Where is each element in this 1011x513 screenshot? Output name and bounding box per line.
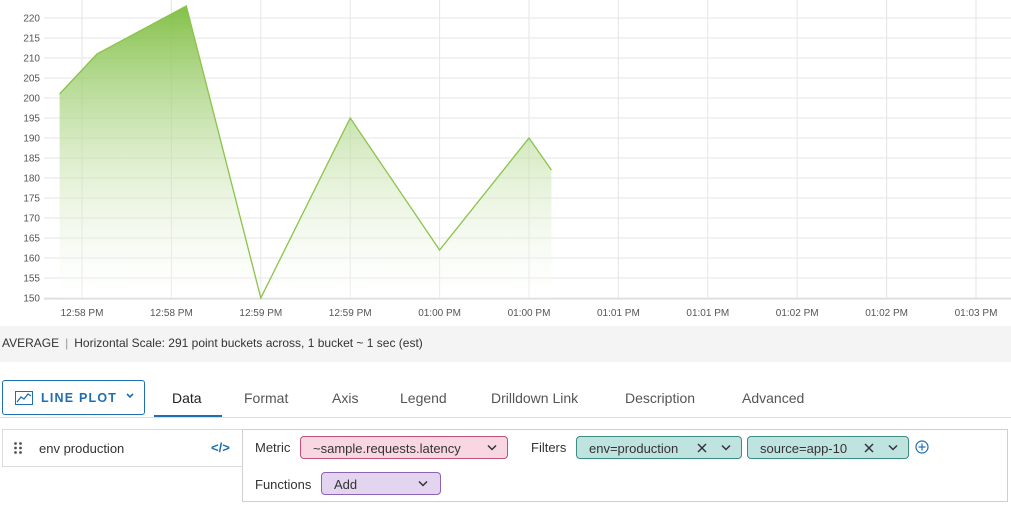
filter-chip-source[interactable]: source=app-10 (747, 436, 909, 459)
chevron-down-icon (126, 393, 134, 399)
drag-handle-icon[interactable] (13, 441, 23, 455)
y-tick-label: 170 (23, 214, 40, 225)
filter-value: source=app-10 (760, 441, 848, 456)
x-tick-label: 01:00 PM (418, 308, 461, 319)
close-icon[interactable] (864, 443, 874, 453)
metric-value: ~sample.requests.latency (313, 441, 461, 456)
y-tick-label: 150 (23, 294, 40, 305)
query-name[interactable]: env production (39, 441, 124, 456)
query-row[interactable]: env production </> (2, 429, 242, 467)
x-tick-label: 01:02 PM (776, 308, 819, 319)
scale-info-bar: AVERAGE | Horizontal Scale: 291 point buck… (0, 326, 1011, 362)
chevron-down-icon[interactable] (888, 444, 898, 452)
x-tick-label: 01:01 PM (597, 308, 640, 319)
x-tick-label: 12:58 PM (150, 308, 193, 319)
tab-axis[interactable]: Axis (332, 390, 358, 406)
y-tick-label: 175 (23, 194, 40, 205)
add-filter-icon[interactable] (915, 440, 929, 454)
tab-data[interactable]: Data (172, 390, 202, 406)
chart-editor-toolbar: LINE PLOT Data Format Axis Legend Drilld… (0, 378, 1011, 418)
metric-label: Metric (255, 440, 291, 455)
chevron-down-icon (487, 444, 497, 451)
x-tick-label: 01:01 PM (686, 308, 729, 319)
scale-separator: | (65, 336, 69, 350)
filter-chip-env[interactable]: env=production (576, 436, 742, 459)
aggregation-label: AVERAGE (2, 336, 60, 350)
horizontal-scale-text: Horizontal Scale: 291 point buckets acro… (74, 336, 423, 350)
functions-label: Functions (255, 477, 312, 492)
x-tick-label: 01:02 PM (865, 308, 908, 319)
line-plot-chart: 150 155 160 165 170 175 180 185 190 195 200 205 210 2… (23, 0, 1011, 319)
close-icon[interactable] (697, 443, 707, 453)
tab-divider (0, 417, 1011, 418)
functions-value: Add (334, 477, 358, 492)
x-tick-label: 12:59 PM (329, 308, 372, 319)
y-tick-label: 215 (23, 34, 40, 45)
filter-value: env=production (589, 441, 679, 456)
y-tick-label: 180 (23, 174, 40, 185)
tab-legend[interactable]: Legend (400, 390, 447, 406)
x-tick-label: 01:03 PM (955, 308, 998, 319)
tab-format[interactable]: Format (244, 390, 288, 406)
series-area-fill (59, 6, 552, 298)
y-tick-label: 210 (23, 54, 40, 65)
x-tick-label: 12:59 PM (239, 308, 282, 319)
y-tick-label: 200 (23, 94, 40, 105)
plot-type-label: LINE PLOT (41, 391, 118, 405)
x-tick-label: 01:00 PM (508, 308, 551, 319)
x-tick-label: 12:58 PM (61, 308, 104, 319)
code-toggle-icon[interactable]: </> (211, 440, 230, 455)
query-builder-panel: Metric ~sample.requests.latency Filters … (242, 429, 1008, 502)
tab-description[interactable]: Description (625, 390, 695, 406)
filters-label: Filters (531, 440, 567, 455)
y-tick-label: 185 (23, 154, 40, 165)
chevron-down-icon[interactable] (721, 444, 731, 452)
y-tick-label: 205 (23, 74, 40, 85)
y-tick-label: 190 (23, 134, 40, 145)
plot-type-dropdown[interactable]: LINE PLOT (2, 380, 145, 415)
tab-drilldown-link[interactable]: Drilldown Link (491, 390, 578, 406)
chart-area: 150 155 160 165 170 175 180 185 190 195 200 205 210 2… (0, 0, 1011, 330)
y-tick-label: 160 (23, 254, 40, 265)
chevron-down-icon (418, 480, 428, 487)
y-tick-label: 195 (23, 114, 40, 125)
tab-advanced[interactable]: Advanced (742, 390, 804, 406)
metric-selector[interactable]: ~sample.requests.latency (300, 436, 508, 459)
y-tick-label: 165 (23, 234, 40, 245)
y-tick-label: 220 (23, 14, 40, 25)
y-tick-label: 155 (23, 274, 40, 285)
line-plot-icon (15, 391, 33, 405)
functions-selector[interactable]: Add (321, 472, 441, 495)
scale-info: AVERAGE | Horizontal Scale: 291 point buck… (2, 336, 423, 350)
